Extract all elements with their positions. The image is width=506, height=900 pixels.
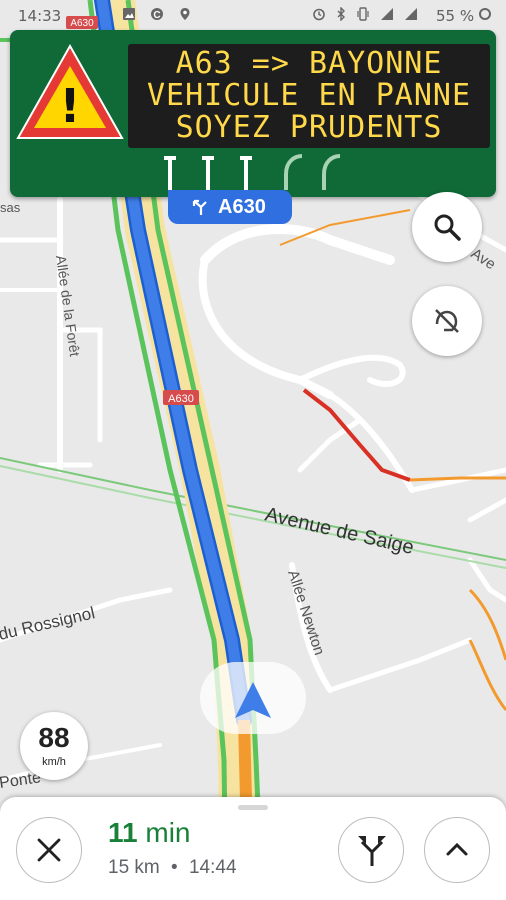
speed-unit: km/h [42, 756, 66, 768]
eta-separator: • [171, 857, 178, 878]
bluetooth-icon [337, 7, 345, 21]
arrival-time: 14:44 [188, 857, 237, 878]
message-line-1: A63 => BAYONNE [175, 46, 443, 81]
route-fork-icon [358, 836, 386, 866]
current-location-puck [200, 662, 306, 734]
lane-straight-icon [240, 156, 252, 190]
search-icon [434, 214, 461, 241]
route-shield-marker-mid: A630 [163, 390, 199, 405]
trip-distance: 15 km [108, 857, 160, 878]
trip-summary-sheet[interactable]: 11 min 15 km • 14:44 [0, 797, 506, 900]
speed-value: 88 [38, 722, 70, 753]
street-label-sas: sas [0, 200, 21, 215]
voice-muted-icon [435, 309, 459, 333]
traffic-message-sign: ! A63 => BAYONNE VEHICULE EN PANNE SOYEZ… [10, 30, 496, 197]
lane-exit-icon [284, 154, 303, 190]
navigation-arrow-icon [235, 682, 271, 718]
lane-straight-icon [164, 156, 176, 190]
eta-details: 15 km • 14:44 [108, 857, 237, 879]
eta-minutes-unit: min [145, 817, 191, 848]
mute-button[interactable] [412, 286, 482, 356]
status-bar: 14:33 C 55 % [0, 0, 506, 32]
app-c-icon: C [151, 8, 163, 21]
alternate-routes-button[interactable] [338, 817, 404, 883]
search-button[interactable] [412, 192, 482, 262]
vibrate-icon [357, 7, 369, 21]
svg-text:!: ! [60, 79, 81, 133]
alarm-icon [313, 8, 325, 21]
eta-minutes: 11 [108, 817, 138, 848]
location-pin-icon [180, 8, 190, 20]
eta-duration: 11 min [108, 817, 191, 849]
lane-straight-icon [202, 156, 214, 190]
speedometer: 88 km/h [20, 712, 88, 780]
expand-sheet-button[interactable] [424, 817, 490, 883]
next-route-shield: A630 [168, 190, 292, 224]
battery-level: 55 % [436, 7, 475, 25]
message-line-2: VEHICULE EN PANNE [146, 78, 472, 113]
lane-exit-icon [322, 154, 341, 190]
exit-navigation-button[interactable] [16, 817, 82, 883]
battery-ring-icon [479, 8, 491, 20]
image-notification-icon [123, 8, 135, 20]
message-board: A63 => BAYONNE VEHICULE EN PANNE SOYEZ P… [128, 44, 490, 148]
route-shield-label: A630 [218, 196, 266, 218]
close-icon [37, 838, 61, 862]
fork-left-icon [192, 199, 207, 215]
lane-guidance [164, 154, 341, 190]
warning-triangle-icon: ! [16, 43, 124, 139]
signal-strength-icon [405, 8, 417, 20]
drag-handle[interactable] [238, 805, 268, 810]
svg-text:A630: A630 [168, 393, 194, 405]
message-line-3: SOYEZ PRUDENTS [175, 110, 443, 145]
status-time: 14:33 [18, 7, 62, 25]
signal-4g-icon [381, 8, 393, 20]
svg-text:C: C [153, 10, 160, 21]
chevron-up-icon [446, 842, 468, 856]
